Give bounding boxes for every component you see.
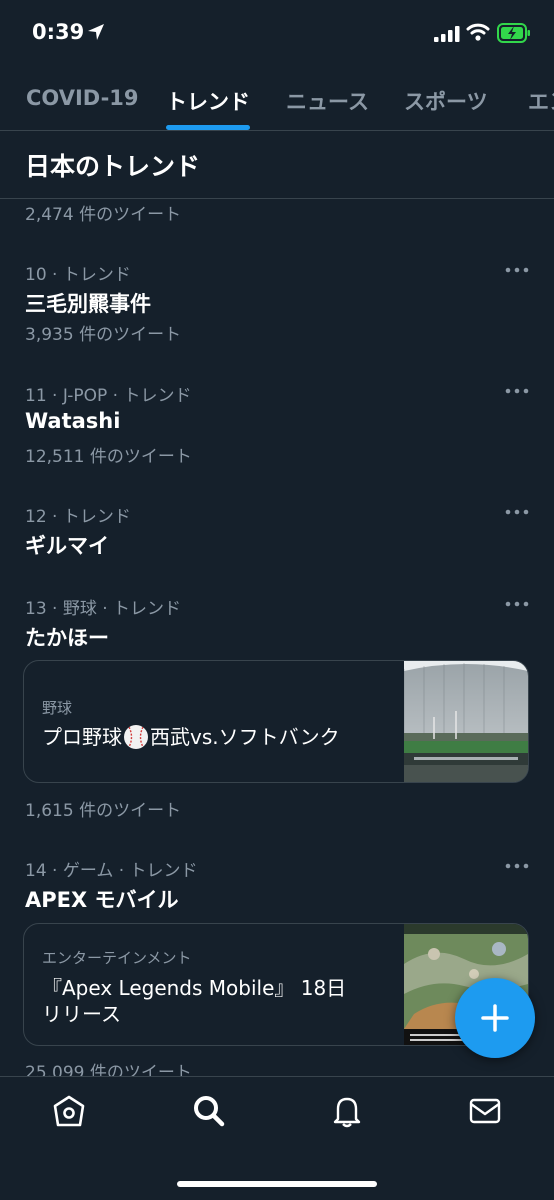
home-indicator bbox=[177, 1181, 377, 1187]
status-time: 0:39 bbox=[32, 20, 85, 44]
compose-tweet-button[interactable] bbox=[455, 978, 535, 1058]
tab-covid-19[interactable]: COVID-19 bbox=[26, 86, 139, 110]
trend-topic: Watashi bbox=[25, 409, 121, 433]
home-icon[interactable] bbox=[51, 1093, 87, 1129]
tweet-count: 1,615 件のツイート bbox=[25, 801, 182, 821]
trend-topic: ギルマイ bbox=[25, 534, 109, 558]
trend-meta: 12 · トレンド bbox=[25, 507, 131, 527]
divider bbox=[0, 198, 554, 199]
trend-meta: 11 · J-POP · トレンド bbox=[25, 386, 192, 406]
cellular-signal-icon bbox=[434, 26, 460, 42]
active-tab-indicator bbox=[166, 125, 250, 130]
bottom-navigation bbox=[0, 1076, 554, 1200]
trend-topic: たかほー bbox=[25, 626, 109, 650]
card-title-text: 西武vs.ソフトバンク bbox=[150, 725, 340, 749]
explore-tabs: COVID-19 トレンド ニュース スポーツ エン bbox=[0, 70, 554, 131]
more-options-icon[interactable] bbox=[502, 263, 532, 277]
plus-icon bbox=[481, 1004, 509, 1032]
more-options-icon[interactable] bbox=[502, 597, 532, 611]
tab-sports[interactable]: スポーツ bbox=[404, 86, 488, 116]
tab-entertainment[interactable]: エン bbox=[528, 86, 554, 116]
card-category: 野球 bbox=[42, 699, 73, 717]
search-icon[interactable] bbox=[191, 1093, 227, 1129]
news-card[interactable]: 野球 プロ野球 西武vs.ソフトバンク bbox=[23, 660, 529, 783]
mail-icon[interactable] bbox=[467, 1093, 503, 1129]
news-card[interactable]: エンターテインメント 『Apex Legends Mobile』 18日 リリー… bbox=[23, 923, 529, 1046]
wifi-icon bbox=[466, 23, 490, 41]
more-options-icon[interactable] bbox=[502, 859, 532, 873]
battery-charging-icon bbox=[497, 23, 530, 43]
baseball-icon bbox=[124, 725, 148, 749]
trend-meta: 13 · 野球 · トレンド bbox=[25, 599, 182, 619]
trend-meta: 14 · ゲーム · トレンド bbox=[25, 861, 198, 881]
card-title-text: プロ野球 bbox=[42, 725, 122, 749]
location-arrow-icon bbox=[88, 24, 104, 40]
tweet-count: 12,511 件のツイート bbox=[25, 447, 192, 467]
card-title: プロ野球 西武vs.ソフトバンク bbox=[42, 724, 340, 750]
bell-icon[interactable] bbox=[329, 1093, 365, 1129]
card-category: エンターテインメント bbox=[42, 949, 192, 967]
status-bar: 0:39 bbox=[0, 0, 554, 70]
tab-news[interactable]: ニュース bbox=[286, 86, 369, 116]
more-options-icon[interactable] bbox=[502, 384, 532, 398]
more-options-icon[interactable] bbox=[502, 505, 532, 519]
tab-trends[interactable]: トレンド bbox=[166, 86, 250, 116]
section-title: 日本のトレンド bbox=[25, 152, 201, 181]
tweet-count: 2,474 件のツイート bbox=[25, 205, 182, 225]
trend-topic: APEX モバイル bbox=[25, 888, 179, 912]
trend-meta: 10 · トレンド bbox=[25, 265, 131, 285]
stadium-thumbnail bbox=[404, 661, 528, 782]
card-title-line: 『Apex Legends Mobile』 18日 bbox=[42, 976, 347, 1000]
card-title-line: リリース bbox=[42, 1002, 121, 1026]
trend-topic: 三毛別羆事件 bbox=[25, 292, 151, 316]
tweet-count: 3,935 件のツイート bbox=[25, 325, 182, 345]
